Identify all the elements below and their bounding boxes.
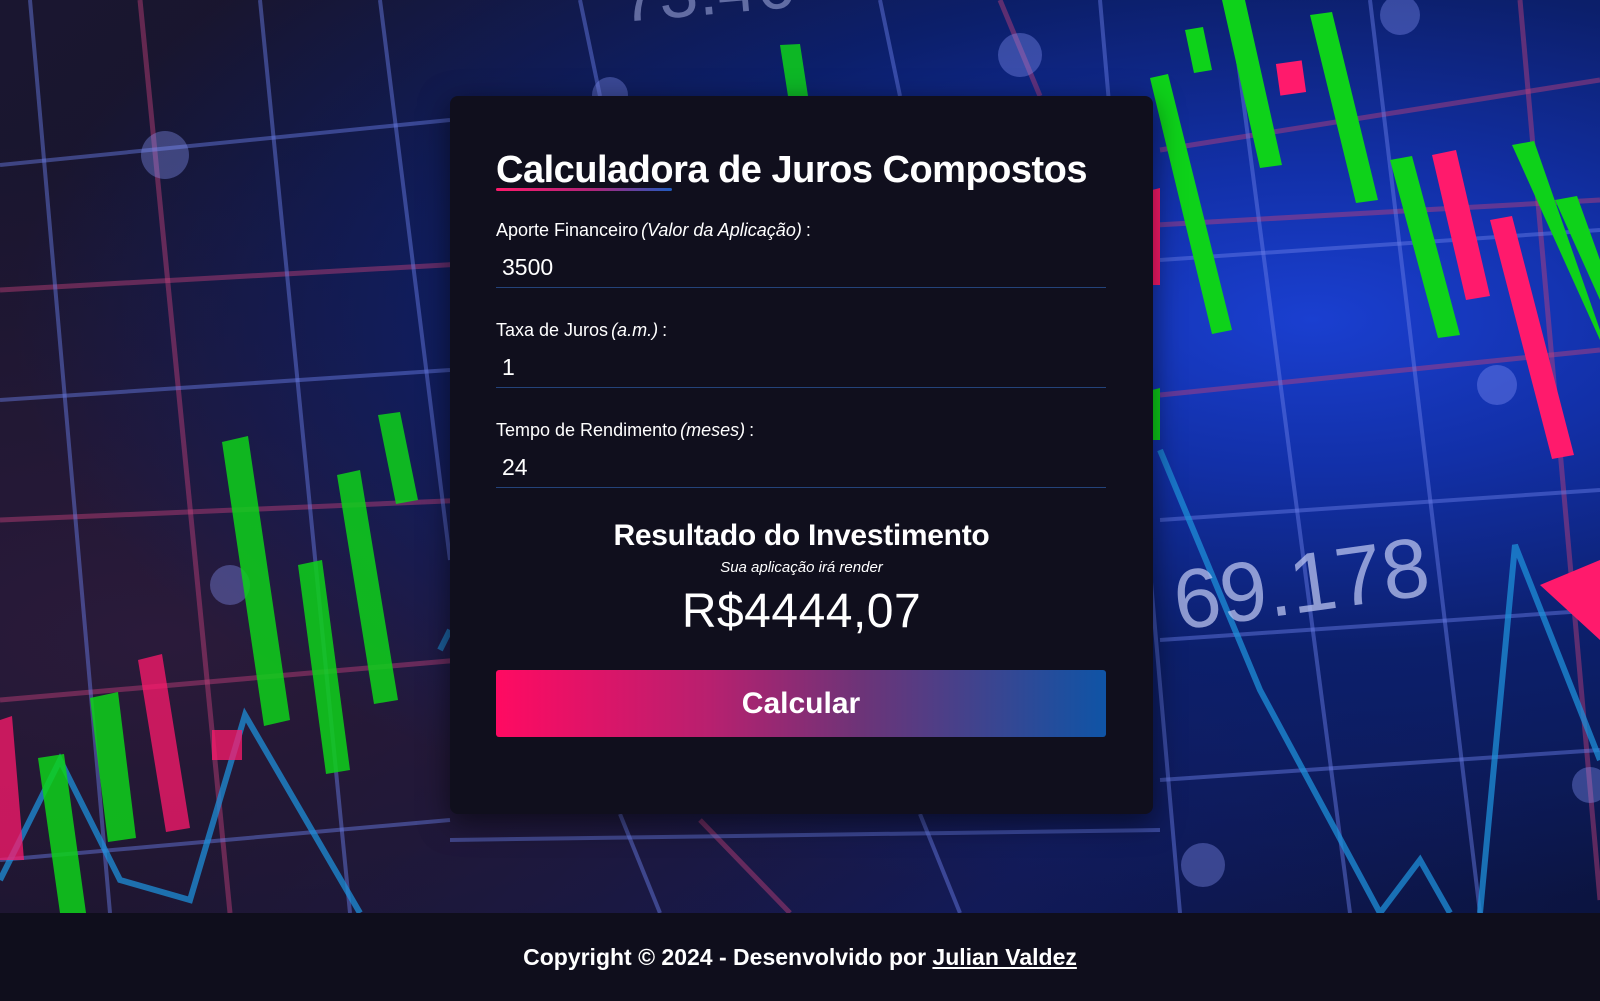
bg-label-right: 69.178	[1167, 519, 1435, 648]
label-text: Tempo de Rendimento	[496, 420, 678, 440]
stock-chart-background: 69.178 73.46 Calculadora de Juros Compos…	[0, 0, 1600, 913]
bg-label-top: 73.46	[617, 0, 798, 37]
calculator-title-wrap: Calculadora de Juros Compostos	[496, 148, 1107, 192]
taxa-input[interactable]	[496, 348, 1106, 388]
footer: Copyright © 2024 - Desenvolvido por Juli…	[0, 913, 1600, 1001]
field-taxa: Taxa de Juros (a.m.):	[496, 318, 1107, 388]
label-text: Taxa de Juros	[496, 320, 609, 340]
label-hint: (meses)	[680, 420, 746, 440]
author-link[interactable]: Julian Valdez	[932, 944, 1076, 970]
calculator-card: Calculadora de Juros Compostos Aporte Fi…	[450, 96, 1153, 814]
result-subtitle: Sua aplicação irá render	[720, 559, 883, 576]
label-colon: :	[749, 420, 755, 440]
label-colon: :	[662, 320, 668, 340]
field-label-taxa: Taxa de Juros (a.m.):	[496, 318, 1107, 342]
aporte-input[interactable]	[496, 248, 1106, 288]
tempo-input[interactable]	[496, 448, 1106, 488]
footer-text: Copyright © 2024 - Desenvolvido por	[523, 944, 927, 970]
label-hint: (Valor da Aplicação)	[641, 220, 802, 240]
calculator-title: Calculadora de Juros Compostos	[496, 149, 1088, 191]
field-aporte: Aporte Financeiro (Valor da Aplicação):	[496, 218, 1107, 288]
label-hint: (a.m.)	[611, 320, 659, 340]
field-label-tempo: Tempo de Rendimento (meses):	[496, 418, 1107, 442]
field-tempo: Tempo de Rendimento (meses):	[496, 418, 1107, 488]
result-title: Resultado do Investimento	[613, 519, 990, 552]
title-underline	[496, 188, 672, 191]
field-label-aporte: Aporte Financeiro (Valor da Aplicação):	[496, 218, 1107, 242]
label-colon: :	[805, 220, 811, 240]
result-value: R$4444,07	[681, 585, 922, 638]
label-text: Aporte Financeiro	[496, 220, 639, 240]
result-section: Resultado do Investimento Sua aplicação …	[496, 518, 1107, 640]
calcular-button[interactable]: Calcular	[496, 670, 1106, 737]
